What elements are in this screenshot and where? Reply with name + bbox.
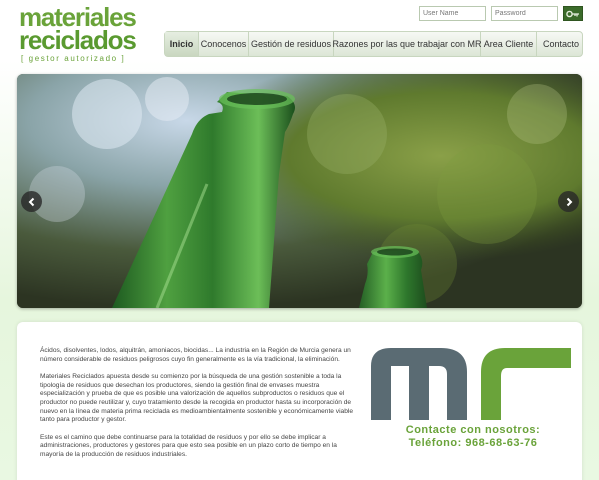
- paragraph: Este es el camino que debe continuarse p…: [40, 433, 337, 458]
- chevron-left-icon: [28, 197, 34, 206]
- logo-tagline: [ gestor autorizado ]: [21, 54, 126, 63]
- nav-item-area-cliente[interactable]: Area Cliente: [481, 32, 537, 56]
- intro-text: Ácidos, disolventes, lodos, alquitrán, a…: [40, 347, 362, 469]
- nav-item-gestion[interactable]: Gestión de residuos: [249, 32, 334, 56]
- mr-logo: [371, 348, 571, 420]
- nav-item-razones[interactable]: Razones por las que trabajar con MR: [332, 32, 482, 56]
- nav-item-conocenos[interactable]: Conocenos: [199, 32, 249, 56]
- nav-item-contacto[interactable]: Contacto: [537, 32, 585, 56]
- login-button[interactable]: [563, 6, 583, 21]
- hero-slider[interactable]: [17, 74, 582, 308]
- logo-line-2: reciclados: [19, 25, 137, 55]
- hero-image: [17, 74, 582, 308]
- contact-phone[interactable]: Teléfono: 968-68-63-76: [378, 437, 568, 449]
- nav-item-inicio[interactable]: Inicio: [165, 32, 199, 56]
- slider-prev-button[interactable]: [21, 191, 42, 212]
- paragraph: Ácidos, disolventes, lodos, alquitrán, a…: [40, 347, 351, 363]
- content-panel: Ácidos, disolventes, lodos, alquitrán, a…: [17, 322, 582, 480]
- chevron-right-icon: [566, 197, 572, 206]
- username-input[interactable]: [419, 6, 486, 21]
- key-icon: [566, 10, 579, 17]
- main-nav: Inicio Conocenos Gestión de residuos Raz…: [164, 31, 583, 57]
- contact-heading: Contacte con nosotros:: [405, 424, 541, 436]
- slider-next-button[interactable]: [558, 191, 579, 212]
- login-form: [419, 6, 583, 21]
- paragraph: Materiales Reciclados apuesta desde su c…: [40, 373, 354, 424]
- site-logo[interactable]: materiales reciclados [ gestor autorizad…: [19, 4, 149, 63]
- password-input[interactable]: [491, 6, 558, 21]
